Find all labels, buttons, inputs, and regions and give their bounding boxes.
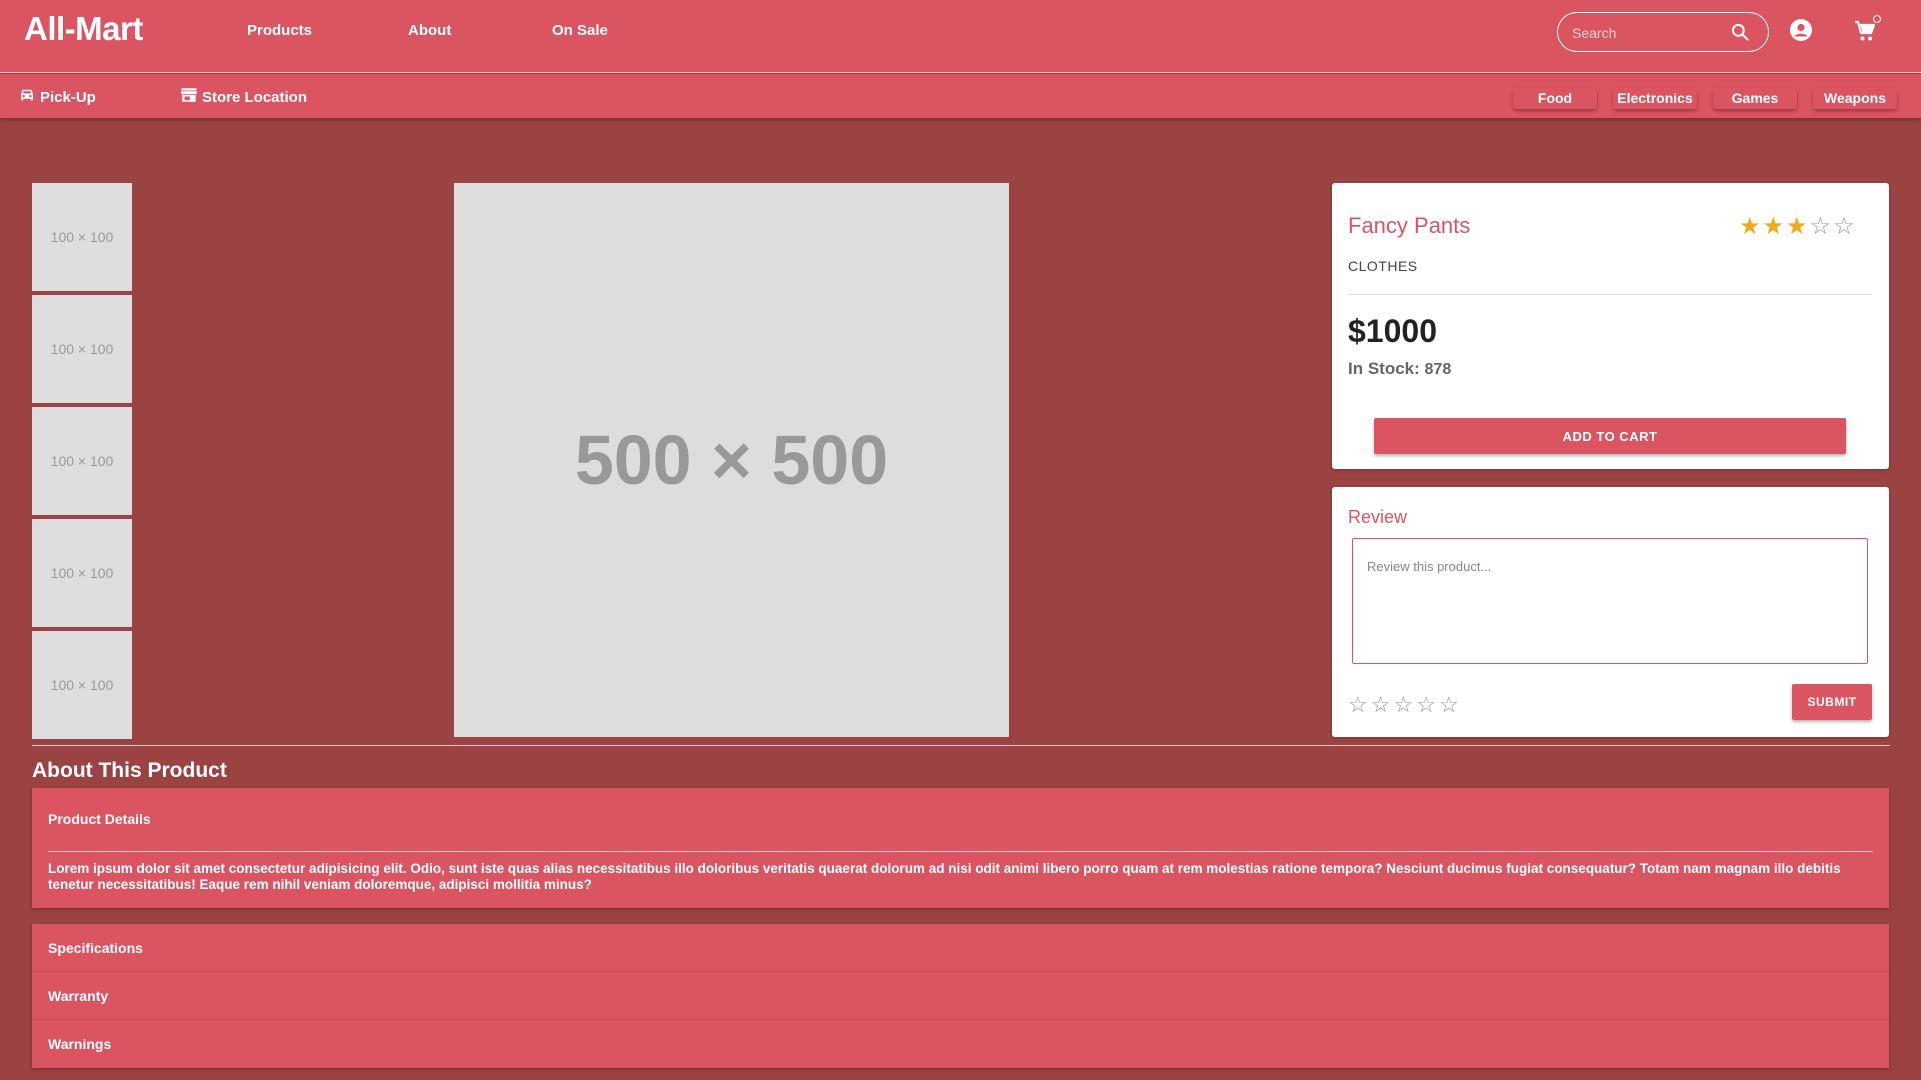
nav-about[interactable]: About xyxy=(408,22,451,39)
search-input[interactable] xyxy=(1572,22,1722,44)
star-icon-empty[interactable]: ☆ xyxy=(1439,693,1459,717)
star-icon-filled: ★ xyxy=(1786,213,1808,240)
accordion-label: Warranty xyxy=(48,988,109,1004)
product-category: CLOTHES xyxy=(1348,258,1418,274)
search-box xyxy=(1557,12,1769,52)
accordion-warranty[interactable]: Warranty xyxy=(32,972,1889,1020)
product-info-card: Fancy Pants ★ ★ ★ ☆ ☆ CLOTHES $1000 In S… xyxy=(1332,183,1889,469)
submit-review-button[interactable]: SUBMIT xyxy=(1792,684,1872,720)
category-food-button[interactable]: Food xyxy=(1513,88,1597,109)
divider xyxy=(1348,294,1872,295)
review-rating-input: ☆ ☆ ☆ ☆ ☆ xyxy=(1348,693,1459,717)
product-rating: ★ ★ ★ ☆ ☆ xyxy=(1739,215,1855,239)
product-accordion: Specifications Warranty Warnings xyxy=(32,924,1889,1068)
category-weapons-button[interactable]: Weapons xyxy=(1813,88,1897,109)
accordion-specifications[interactable]: Specifications xyxy=(32,924,1889,972)
add-to-cart-button[interactable]: ADD TO CART xyxy=(1374,418,1846,454)
account-icon[interactable] xyxy=(1789,18,1813,47)
review-textarea[interactable] xyxy=(1352,538,1868,664)
car-icon xyxy=(18,87,36,107)
star-icon-empty[interactable]: ☆ xyxy=(1393,693,1413,717)
star-icon-empty: ☆ xyxy=(1809,213,1832,240)
accordion-warnings[interactable]: Warnings xyxy=(32,1020,1889,1068)
store-location-link[interactable]: Store Location xyxy=(180,87,307,107)
accordion-label: Warnings xyxy=(48,1036,112,1052)
stock-label: In Stock: xyxy=(1348,359,1420,378)
product-details-panel: Product Details Lorem ipsum dolor sit am… xyxy=(32,788,1889,908)
pickup-link[interactable]: Pick-Up xyxy=(18,87,96,107)
review-title: Review xyxy=(1348,507,1408,527)
star-icon-empty[interactable]: ☆ xyxy=(1371,693,1391,717)
thumbnail-1[interactable]: 100 × 100 xyxy=(32,183,132,291)
thumbnail-5[interactable]: 100 × 100 xyxy=(32,631,132,739)
star-icon-empty[interactable]: ☆ xyxy=(1348,693,1368,717)
section-divider xyxy=(32,745,1890,746)
cart-icon[interactable] xyxy=(1853,19,1877,48)
stock-status: In Stock: 878 xyxy=(1348,359,1451,379)
divider xyxy=(48,851,1873,852)
category-games-button[interactable]: Games xyxy=(1713,88,1797,109)
product-details-text: Lorem ipsum dolor sit amet consectetur a… xyxy=(48,861,1841,892)
category-bar: Pick-Up Store Location Food Electronics … xyxy=(0,74,1921,118)
thumbnail-4[interactable]: 100 × 100 xyxy=(32,519,132,627)
pickup-label: Pick-Up xyxy=(40,88,96,106)
product-details-header[interactable]: Product Details xyxy=(48,811,151,827)
nav-on-sale[interactable]: On Sale xyxy=(552,22,608,39)
product-price: $1000 xyxy=(1348,313,1437,349)
star-icon-filled: ★ xyxy=(1762,213,1785,240)
thumbnail-2[interactable]: 100 × 100 xyxy=(32,295,132,403)
star-icon-empty: ☆ xyxy=(1833,213,1855,240)
nav-products[interactable]: Products xyxy=(247,22,312,39)
star-icon-filled: ★ xyxy=(1739,213,1761,240)
main-product-image: 500 × 500 xyxy=(454,183,1009,737)
cart-badge xyxy=(1873,15,1881,23)
star-icon-empty[interactable]: ☆ xyxy=(1416,693,1436,717)
store-icon xyxy=(180,87,198,107)
about-title: About This Product xyxy=(32,759,227,782)
top-navbar: All-Mart Products About On Sale xyxy=(0,0,1921,73)
accordion-label: Specifications xyxy=(48,940,143,956)
stock-count: 878 xyxy=(1424,361,1452,378)
store-location-label: Store Location xyxy=(202,88,308,106)
product-name: Fancy Pants xyxy=(1348,213,1471,238)
category-electronics-button[interactable]: Electronics xyxy=(1613,88,1697,109)
review-card: Review ☆ ☆ ☆ ☆ ☆ SUBMIT xyxy=(1332,487,1889,737)
search-icon[interactable] xyxy=(1730,22,1750,47)
thumbnail-3[interactable]: 100 × 100 xyxy=(32,407,132,515)
brand-logo[interactable]: All-Mart xyxy=(24,10,143,48)
